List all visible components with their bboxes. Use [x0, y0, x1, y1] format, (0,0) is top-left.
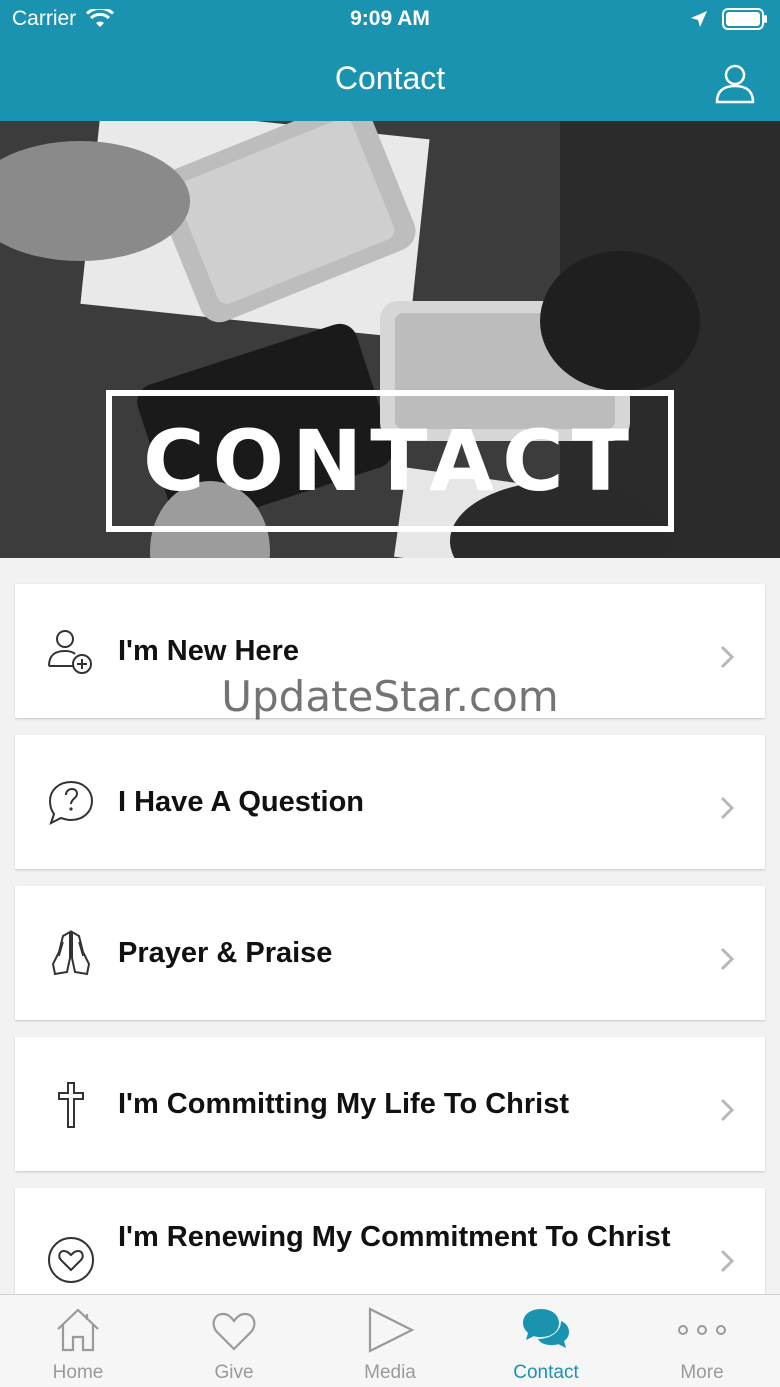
list-item-label: Prayer & Praise [118, 937, 333, 969]
hero-banner: CONTACT [0, 121, 780, 558]
list-item-question[interactable]: I Have A Question [15, 735, 765, 869]
navigation-bar: Contact [0, 40, 780, 121]
tab-label: Give [214, 1362, 254, 1383]
list-item-label: I'm Committing My Life To Christ [118, 1088, 570, 1120]
status-bar: Carrier 9:09 AM [0, 0, 780, 40]
home-icon [57, 1308, 99, 1352]
hero-title-frame: CONTACT [106, 390, 674, 532]
list-item-label: I'm New Here [118, 635, 299, 667]
status-right [690, 8, 768, 30]
page-title: Contact [334, 60, 446, 96]
tab-contact[interactable]: Contact [468, 1295, 624, 1387]
person-icon[interactable] [714, 62, 756, 104]
tab-more[interactable]: More [624, 1295, 780, 1387]
battery-icon [722, 8, 767, 30]
chevron-right-icon [720, 645, 735, 669]
location-arrow-icon [691, 11, 707, 27]
chat-bubbles-icon [523, 1309, 569, 1348]
chevron-right-icon [720, 796, 735, 820]
hero-title: CONTACT [142, 412, 638, 510]
tab-label: Home [52, 1362, 104, 1383]
watermark: UpdateStar.com [221, 672, 559, 721]
more-dots-icon [678, 1325, 726, 1335]
chevron-right-icon [720, 1249, 735, 1273]
tab-label: Media [364, 1362, 416, 1383]
list-item-label: I Have A Question [118, 786, 365, 818]
praying-hands-icon [51, 930, 91, 976]
cross-icon [58, 1082, 84, 1128]
heart-circle-icon [48, 1237, 94, 1283]
tab-give[interactable]: Give [156, 1295, 312, 1387]
list-item-label: I'm Renewing My Commitment To Christ [118, 1221, 671, 1253]
person-add-icon [48, 630, 92, 674]
chevron-right-icon [720, 947, 735, 971]
tab-home[interactable]: Home [0, 1295, 156, 1387]
tab-bar: Home Give Media Contact More [0, 1294, 780, 1387]
tab-media[interactable]: Media [312, 1295, 468, 1387]
play-icon [368, 1307, 415, 1353]
tab-label: Contact [513, 1362, 579, 1383]
list-item-committing[interactable]: I'm Committing My Life To Christ [15, 1037, 765, 1171]
status-time: 9:09 AM [350, 7, 430, 30]
question-bubble-icon [48, 780, 94, 825]
heart-icon [212, 1312, 256, 1351]
tab-label: More [680, 1362, 724, 1383]
list-item-prayer-praise[interactable]: Prayer & Praise [15, 886, 765, 1020]
chevron-right-icon [720, 1098, 735, 1122]
